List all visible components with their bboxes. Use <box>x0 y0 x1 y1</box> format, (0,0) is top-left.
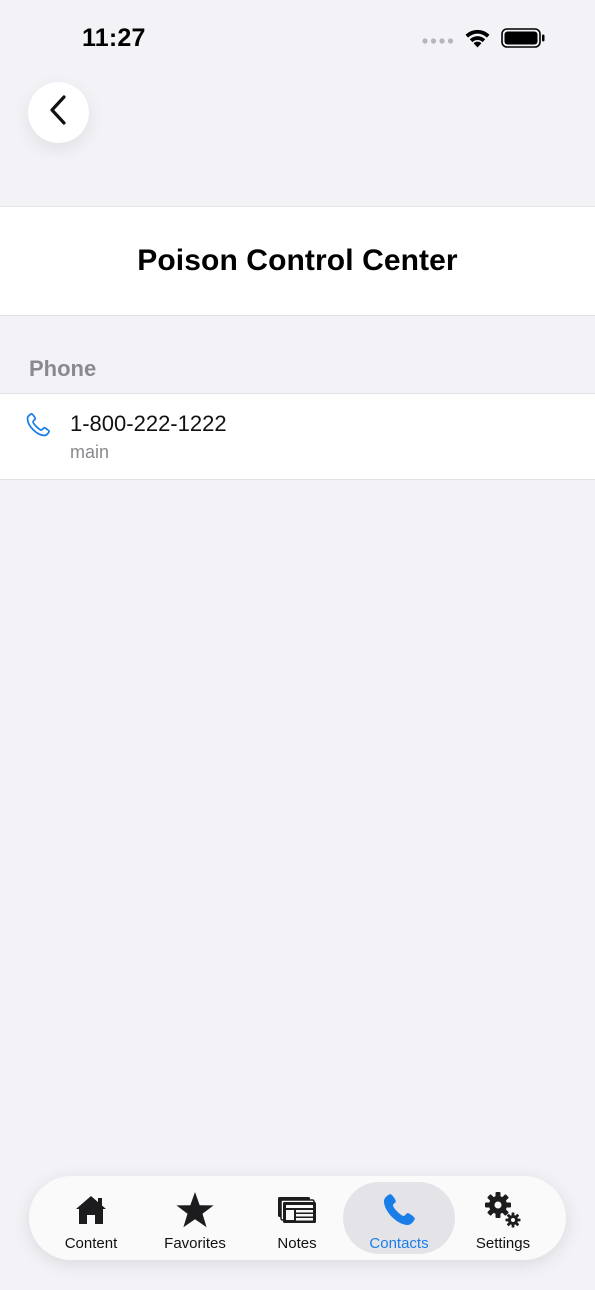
star-icon <box>175 1190 215 1230</box>
chevron-left-icon <box>48 94 70 131</box>
phone-icon <box>379 1190 419 1230</box>
phone-list-item[interactable]: 1-800-222-1222 main <box>0 393 595 480</box>
notes-icon <box>277 1190 317 1230</box>
gears-icon <box>483 1190 523 1230</box>
tab-content-label: Content <box>64 1235 118 1252</box>
status-icons <box>422 28 545 53</box>
phone-type-label: main <box>70 442 110 462</box>
tab-contacts[interactable]: Contacts <box>343 1182 455 1254</box>
tab-settings[interactable]: Settings <box>447 1182 559 1254</box>
contact-title-card: Poison Control Center <box>0 206 595 316</box>
status-time: 11:27 <box>82 24 146 52</box>
tab-contacts-label: Contacts <box>369 1235 429 1252</box>
phone-section-header: Phone <box>29 356 97 381</box>
phone-icon <box>24 411 52 439</box>
phone-number: 1-800-222-1222 <box>70 411 227 436</box>
tab-notes[interactable]: Notes <box>241 1182 353 1254</box>
wifi-icon <box>464 28 491 53</box>
page-title: Poison Control Center <box>137 244 458 277</box>
back-button[interactable] <box>28 82 89 143</box>
tab-favorites-label: Favorites <box>164 1235 226 1252</box>
tab-bar: Content Favorites Notes Contacts Setting… <box>29 1176 566 1260</box>
battery-icon <box>501 28 545 53</box>
signal-dots-icon <box>422 32 454 50</box>
tab-notes-label: Notes <box>277 1235 317 1252</box>
tab-settings-label: Settings <box>475 1235 531 1252</box>
tab-favorites[interactable]: Favorites <box>139 1182 251 1254</box>
status-bar: 11:27 <box>0 0 595 80</box>
home-icon <box>71 1190 111 1230</box>
tab-content[interactable]: Content <box>35 1182 147 1254</box>
